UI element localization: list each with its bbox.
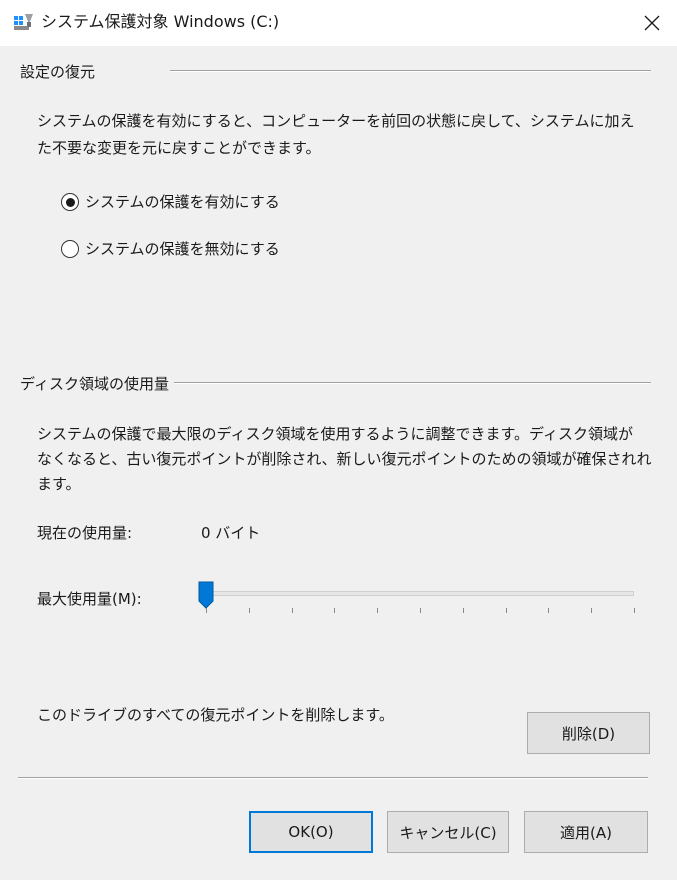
title-bar: システム保護対象 Windows (C:) <box>0 0 677 46</box>
close-button[interactable] <box>627 0 677 46</box>
disk-group-line <box>174 382 651 384</box>
slider-tick <box>248 608 250 613</box>
max-usage-slider[interactable] <box>198 578 638 614</box>
delete-description: このドライブのすべての復元ポイントを削除します。 <box>37 706 394 724</box>
ok-button[interactable]: OK(O) <box>249 811 373 853</box>
disk-usage-group-label: ディスク領域の使用量 <box>20 375 172 393</box>
cancel-button[interactable]: キャンセル(C) <box>387 811 509 853</box>
restore-settings-group-label: 設定の復元 <box>20 63 100 81</box>
current-usage-value: 0 バイト <box>201 524 261 542</box>
slider-tick <box>505 608 507 613</box>
slider-tick <box>634 608 635 613</box>
apply-button[interactable]: 適用(A) <box>524 811 648 853</box>
slider-tick <box>591 608 593 613</box>
system-protection-dialog: システム保護対象 Windows (C:) 設定の復元 システムの保護を有効にす… <box>0 0 677 880</box>
slider-thumb[interactable] <box>198 581 214 609</box>
slider-tick <box>377 608 379 613</box>
enable-protection-radio[interactable]: システムの保護を有効にする <box>61 190 280 214</box>
restore-description-line2: た不要な変更を元に戻すことができます。 <box>37 139 321 157</box>
radio-selected-dot <box>65 197 75 207</box>
radio-circle[interactable] <box>61 240 79 258</box>
slider-tick <box>206 608 207 613</box>
slider-tick <box>420 608 421 613</box>
max-usage-label: 最大使用量(M): <box>37 590 142 608</box>
delete-button[interactable]: 削除(D) <box>527 712 650 754</box>
disk-description-line2: なくなると、古い復元ポイントが削除され、新しい復元ポイントのための領域が確保され… <box>37 450 652 468</box>
slider-tick <box>291 608 293 613</box>
enable-protection-label: システムの保護を有効にする <box>85 193 280 211</box>
current-usage-label: 現在の使用量: <box>37 524 133 542</box>
slider-track[interactable] <box>206 591 634 596</box>
restore-description-line1: システムの保護を有効にすると、コンピューターを前回の状態に戻して、システムに加え <box>37 112 635 130</box>
disable-protection-radio[interactable]: システムの保護を無効にする <box>61 237 280 261</box>
system-protection-icon <box>13 12 35 32</box>
disable-protection-label: システムの保護を無効にする <box>85 240 280 258</box>
restore-group-line <box>170 70 651 72</box>
close-icon <box>644 15 660 31</box>
slider-tick <box>462 608 464 613</box>
disk-description-line3: ます。 <box>37 475 81 493</box>
disk-description-line1: システムの保護で最大限のディスク領域を使用するように調整できます。ディスク領域が <box>37 425 633 443</box>
radio-circle[interactable] <box>61 193 79 211</box>
window-title: システム保護対象 Windows (C:) <box>41 12 280 31</box>
slider-tick <box>334 608 336 613</box>
footer-separator <box>18 777 648 779</box>
slider-tick <box>548 608 550 613</box>
